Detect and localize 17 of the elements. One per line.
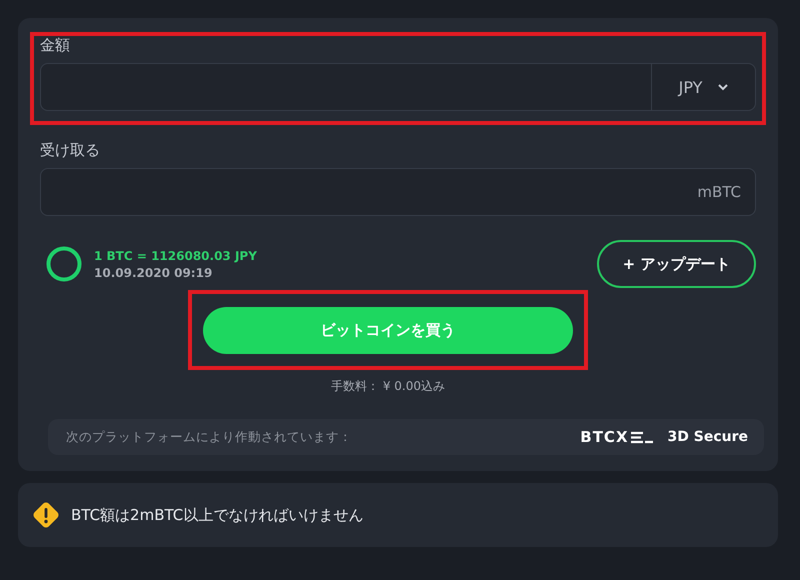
- fee-text: 手数料： ¥ 0.00込み: [331, 378, 446, 395]
- amount-label: 金額: [40, 36, 70, 55]
- logo-text: BTCX: [580, 428, 629, 446]
- amount-field[interactable]: JPY: [40, 63, 756, 111]
- secure-label: 3D Secure: [668, 429, 748, 445]
- warning-text: BTC額は2mBTC以上でなければいけません: [71, 506, 364, 524]
- exchange-rate: 1 BTC = 1126080.03 JPY: [94, 248, 257, 262]
- platform-text: 次のプラットフォームにより作動されています：: [66, 428, 353, 446]
- currency-dropdown[interactable]: JPY: [651, 64, 755, 110]
- rate-timestamp: 10.09.2020 09:19: [94, 266, 212, 280]
- receive-label: 受け取る: [40, 141, 100, 160]
- chevron-down-icon: [718, 84, 728, 90]
- timer-ring-icon: [46, 246, 82, 282]
- unit-label: mBTC: [697, 183, 741, 201]
- update-button[interactable]: + アップデート: [597, 240, 756, 288]
- lines-icon: [630, 430, 654, 444]
- receive-field[interactable]: mBTC: [40, 168, 756, 216]
